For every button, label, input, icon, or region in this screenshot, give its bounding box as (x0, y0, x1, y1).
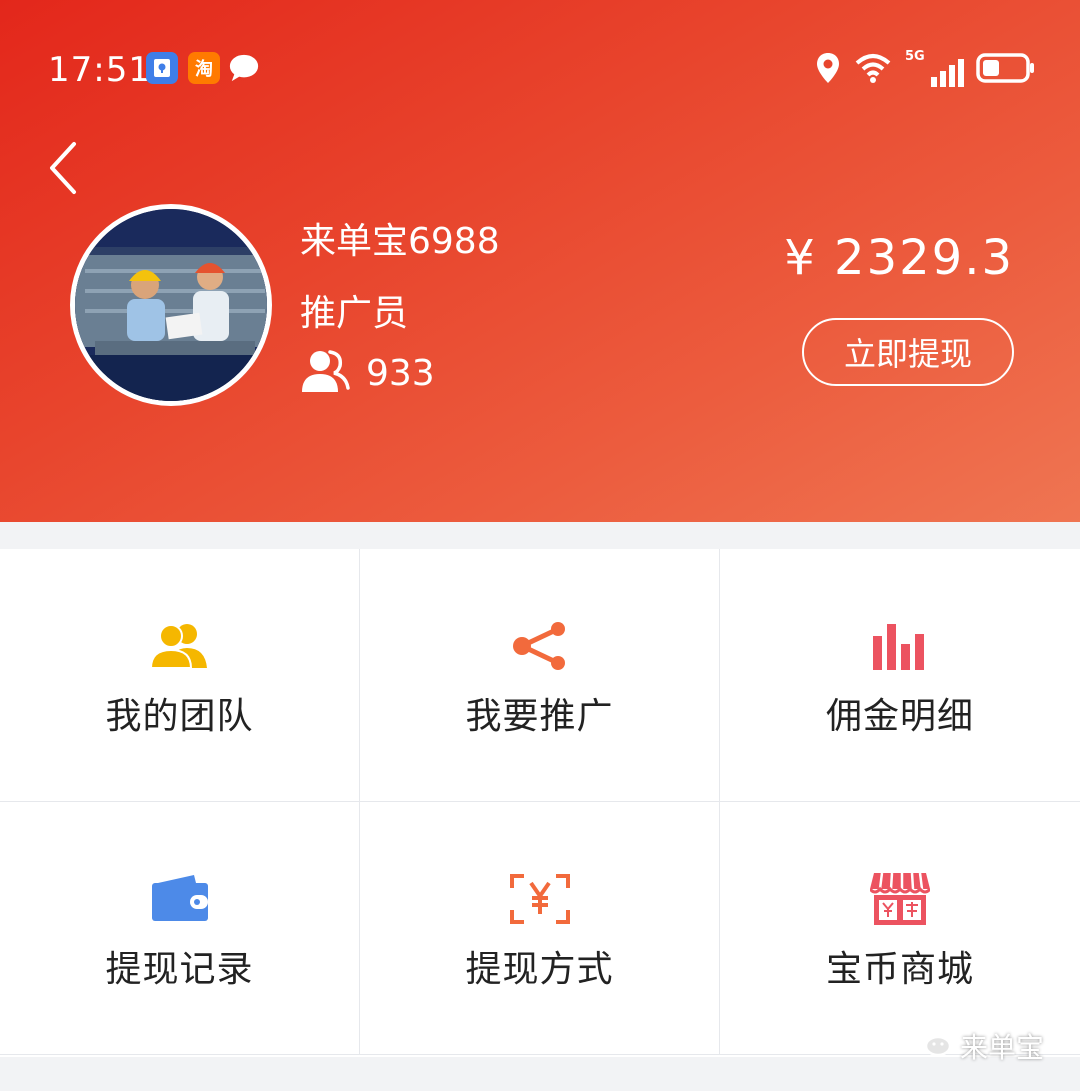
store-icon (868, 872, 932, 926)
menu-item-my-team[interactable]: 我的团队 (0, 549, 360, 802)
cellular-signal-icon: 5G (905, 49, 964, 87)
balance-amount: ¥ 2329.3 (784, 230, 1014, 286)
menu-item-withdraw-records[interactable]: 提现记录 (0, 802, 360, 1055)
profile-header: 17:51 淘 5G 来单宝6988 推广员 933 ¥ 2329.3 立即提现 (0, 0, 1080, 522)
menu-item-label: 佣金明细 (825, 696, 974, 737)
status-right-icons: 5G (815, 49, 1036, 90)
withdraw-now-button[interactable]: 立即提现 (802, 318, 1014, 386)
status-bar: 17:51 淘 5G (0, 40, 1080, 100)
wallet-icon (148, 872, 212, 926)
watermark-label: 来单宝 (959, 1030, 1044, 1064)
team-members-icon (300, 348, 352, 398)
menu-item-label: 提现方式 (465, 949, 614, 990)
user-role: 推广员 (300, 293, 409, 334)
bar-chart-icon (868, 619, 932, 673)
wifi-icon (853, 51, 893, 89)
menu-item-coin-store[interactable]: 宝币商城 (720, 802, 1080, 1055)
taobao-app-icon: 淘 (188, 52, 220, 84)
avatar-photo (75, 209, 267, 401)
back-button[interactable] (44, 138, 94, 198)
wechat-icon (908, 1024, 952, 1067)
chat-bubble-icon (228, 52, 260, 84)
team-count-row: 933 (300, 348, 435, 398)
avatar[interactable] (70, 204, 272, 406)
menu-item-withdraw-methods[interactable]: 提现方式 (360, 802, 720, 1055)
chevron-left-icon (50, 142, 76, 194)
user-name: 来单宝6988 (300, 221, 500, 262)
watermark: 来单宝 (908, 1024, 1044, 1067)
menu-item-label: 我的团队 (105, 696, 254, 737)
shield-app-icon (146, 52, 178, 84)
menu-item-label: 我要推广 (465, 696, 614, 737)
menu-item-promote[interactable]: 我要推广 (360, 549, 720, 802)
team-icon (148, 619, 212, 673)
location-icon (815, 51, 841, 89)
battery-icon (976, 52, 1036, 88)
menu-item-label: 提现记录 (105, 949, 254, 990)
share-icon (508, 619, 572, 673)
team-count: 933 (366, 352, 435, 394)
network-type-label: 5G (905, 49, 925, 64)
menu-item-commission-details[interactable]: 佣金明细 (720, 549, 1080, 802)
yuan-scan-icon (508, 872, 572, 926)
function-grid: 我的团队 我要推广 佣金明细 提现记录 提现方式 宝币商城 (0, 549, 1080, 1057)
menu-item-label: 宝币商城 (825, 949, 974, 990)
status-time: 17:51 (48, 50, 151, 90)
